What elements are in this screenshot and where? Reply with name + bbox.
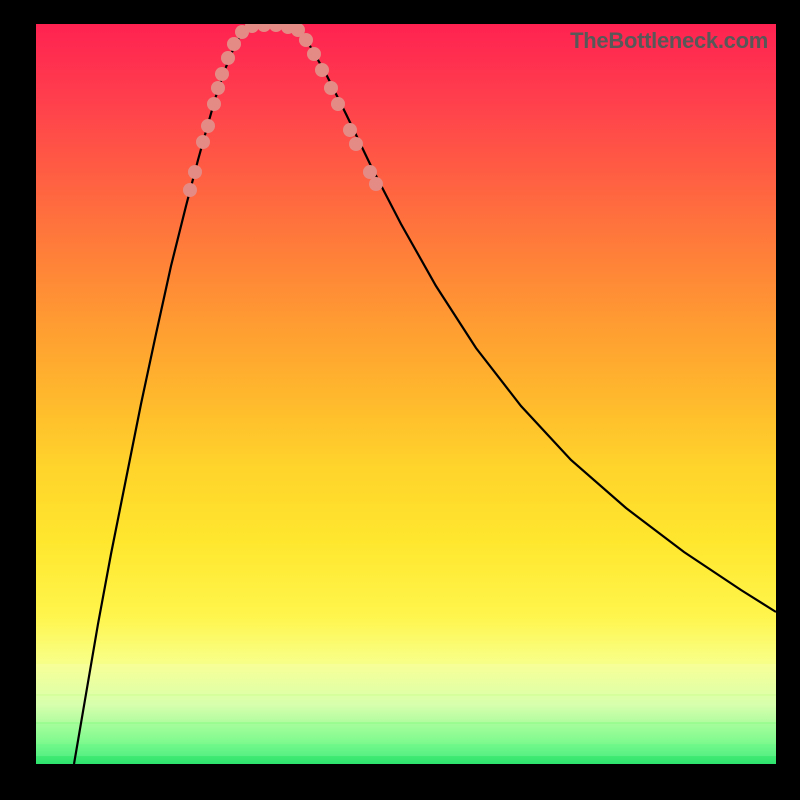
chart-canvas: TheBottleneck.com — [36, 24, 776, 764]
data-marker — [331, 97, 345, 111]
data-marker — [257, 24, 271, 32]
data-marker — [299, 33, 313, 47]
data-marker — [349, 137, 363, 151]
data-marker — [315, 63, 329, 77]
data-marker — [363, 165, 377, 179]
data-marker — [196, 135, 210, 149]
data-marker — [369, 177, 383, 191]
bottleneck-curve — [36, 24, 776, 764]
data-marker — [215, 67, 229, 81]
data-marker — [343, 123, 357, 137]
data-marker — [183, 183, 197, 197]
data-marker — [188, 165, 202, 179]
data-marker — [221, 51, 235, 65]
data-marker — [211, 81, 225, 95]
data-marker — [201, 119, 215, 133]
data-marker — [307, 47, 321, 61]
data-marker — [227, 37, 241, 51]
data-marker — [324, 81, 338, 95]
data-marker — [207, 97, 221, 111]
watermark-text: TheBottleneck.com — [570, 28, 768, 54]
data-marker — [269, 24, 283, 32]
